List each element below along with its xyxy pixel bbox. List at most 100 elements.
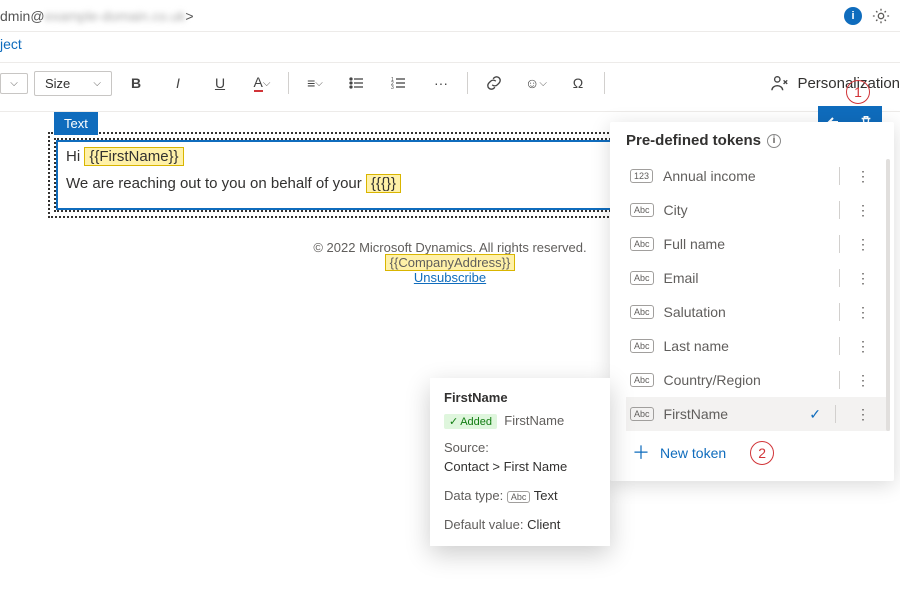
token-detail-popup: FirstName ✓ Added FirstName Source: Cont… xyxy=(430,378,610,546)
type-badge-icon: Abc xyxy=(630,339,654,353)
more-icon[interactable]: ⋮ xyxy=(856,168,870,185)
token-label: City xyxy=(664,202,688,218)
line1-text: Hi xyxy=(66,148,84,165)
separator xyxy=(839,201,840,219)
type-badge-icon: Abc xyxy=(630,373,654,387)
info-icon[interactable]: i xyxy=(767,134,781,148)
default-label: Default value: xyxy=(444,517,524,532)
size-label: Size xyxy=(45,76,70,91)
number-list-button[interactable]: 123 xyxy=(381,69,417,97)
symbol-button[interactable]: Ω xyxy=(560,69,596,97)
type-badge-icon: Abc xyxy=(630,203,654,217)
align-button[interactable]: ≡ ⌵ xyxy=(297,69,333,97)
separator xyxy=(839,371,840,389)
underline-button[interactable]: U xyxy=(202,69,238,97)
italic-button[interactable]: I xyxy=(160,69,196,97)
token-label: Annual income xyxy=(663,168,756,184)
token-item-city[interactable]: Abc City ⋮ xyxy=(626,193,890,227)
callout-1: 1 xyxy=(846,80,870,104)
detail-added-row: ✓ Added FirstName xyxy=(444,413,596,429)
more-icon[interactable]: ⋮ xyxy=(856,338,870,355)
separator xyxy=(835,405,836,423)
detail-added-name: FirstName xyxy=(504,413,564,428)
scrollbar[interactable] xyxy=(886,159,890,431)
overflow-button[interactable]: ··· xyxy=(423,69,459,97)
unsubscribe-link[interactable]: Unsubscribe xyxy=(414,270,486,285)
from-domain-blurred: example-domain.co.uk xyxy=(45,8,186,24)
datatype-label: Data type: xyxy=(444,488,503,503)
type-badge-icon: Abc xyxy=(630,407,654,421)
separator xyxy=(839,337,840,355)
plus-icon: ＋ xyxy=(632,446,650,460)
link-button[interactable] xyxy=(476,69,512,97)
bullet-list-button[interactable] xyxy=(339,69,375,97)
info-icon[interactable]: i xyxy=(844,7,862,25)
separator xyxy=(839,235,840,253)
more-icon[interactable]: ⋮ xyxy=(856,304,870,321)
token-list: 123Annual income⋮AbcCity⋮AbcFull name⋮Ab… xyxy=(626,159,890,431)
check-icon: ✓ xyxy=(809,406,821,423)
source-value: Contact > First Name xyxy=(444,458,596,477)
font-color-button[interactable]: A ⌵ xyxy=(244,69,280,97)
subject-field[interactable]: ject xyxy=(0,32,900,62)
personalization-icon[interactable] xyxy=(771,69,789,97)
more-icon[interactable]: ⋮ xyxy=(856,270,870,287)
separator xyxy=(839,269,840,287)
separator xyxy=(839,167,840,185)
line2-text: We are reaching out to you on behalf of … xyxy=(66,175,366,192)
from-prefix: dmin@ xyxy=(0,8,45,24)
datatype-value: Text xyxy=(534,488,558,503)
more-icon[interactable]: ⋮ xyxy=(856,372,870,389)
token-label: FirstName xyxy=(664,406,729,422)
emoji-button[interactable]: ☺ ⌵ xyxy=(518,69,554,97)
from-suffix: > xyxy=(185,8,193,24)
detail-datatype: Data type: Abc Text xyxy=(444,487,596,506)
from-address: dmin@example-domain.co.uk> xyxy=(0,8,194,24)
detail-source: Source: Contact > First Name xyxy=(444,439,596,477)
predefined-tokens-panel: Pre-defined tokens i 123Annual income⋮Ab… xyxy=(610,122,894,481)
more-icon[interactable]: ⋮ xyxy=(856,406,870,423)
separator xyxy=(604,72,605,94)
type-badge-icon: Abc xyxy=(630,237,654,251)
token-label: Country/Region xyxy=(664,372,761,388)
token-label: Email xyxy=(664,270,699,286)
token-item-full-name[interactable]: Abc Full name ⋮ xyxy=(626,227,890,261)
tokens-heading: Pre-defined tokens i xyxy=(626,132,890,149)
token-item-country-region[interactable]: Abc Country/Region ⋮ xyxy=(626,363,890,397)
type-badge-icon: Abc xyxy=(630,271,654,285)
token-label: Salutation xyxy=(664,304,726,320)
token-item-annual-income[interactable]: 123 Annual income ⋮ xyxy=(626,159,890,193)
empty-token[interactable]: {{{}} xyxy=(366,174,401,193)
format-toolbar: ⌵ Size⌵ B I U A ⌵ ≡ ⌵ 123 ··· ☺ ⌵ Ω Pers… xyxy=(0,62,900,112)
separator xyxy=(467,72,468,94)
email-canvas: 1 Text Hi {{FirstName}} We are reaching … xyxy=(20,132,880,285)
block-type-badge: Text xyxy=(54,112,98,135)
font-size-dropdown[interactable]: Size⌵ xyxy=(34,71,112,96)
gear-icon[interactable] xyxy=(872,7,890,25)
token-item-email[interactable]: Abc Email ⋮ xyxy=(626,261,890,295)
more-icon[interactable]: ⋮ xyxy=(856,236,870,253)
header-bar: dmin@example-domain.co.uk> i xyxy=(0,0,900,32)
bold-button[interactable]: B xyxy=(118,69,154,97)
type-badge-icon: Abc xyxy=(507,491,531,503)
added-badge: ✓ Added xyxy=(444,414,497,429)
callout-2: 2 xyxy=(750,441,774,465)
type-badge-icon: 123 xyxy=(630,169,653,183)
separator xyxy=(839,303,840,321)
firstname-token[interactable]: {{FirstName}} xyxy=(84,147,183,166)
font-family-dropdown[interactable]: ⌵ xyxy=(0,73,28,94)
new-token-button[interactable]: ＋ New token 2 xyxy=(626,431,890,467)
svg-text:3: 3 xyxy=(391,85,394,91)
detail-title: FirstName xyxy=(444,390,596,405)
new-token-label: New token xyxy=(660,445,726,461)
separator xyxy=(288,72,289,94)
token-label: Last name xyxy=(664,338,729,354)
token-item-salutation[interactable]: Abc Salutation ⋮ xyxy=(626,295,890,329)
source-label: Source: xyxy=(444,439,596,458)
type-badge-icon: Abc xyxy=(630,305,654,319)
detail-default: Default value: Client xyxy=(444,516,596,535)
token-label: Full name xyxy=(664,236,725,252)
token-item-firstname[interactable]: Abc FirstName ✓ ⋮ xyxy=(626,397,890,431)
token-item-last-name[interactable]: Abc Last name ⋮ xyxy=(626,329,890,363)
more-icon[interactable]: ⋮ xyxy=(856,202,870,219)
